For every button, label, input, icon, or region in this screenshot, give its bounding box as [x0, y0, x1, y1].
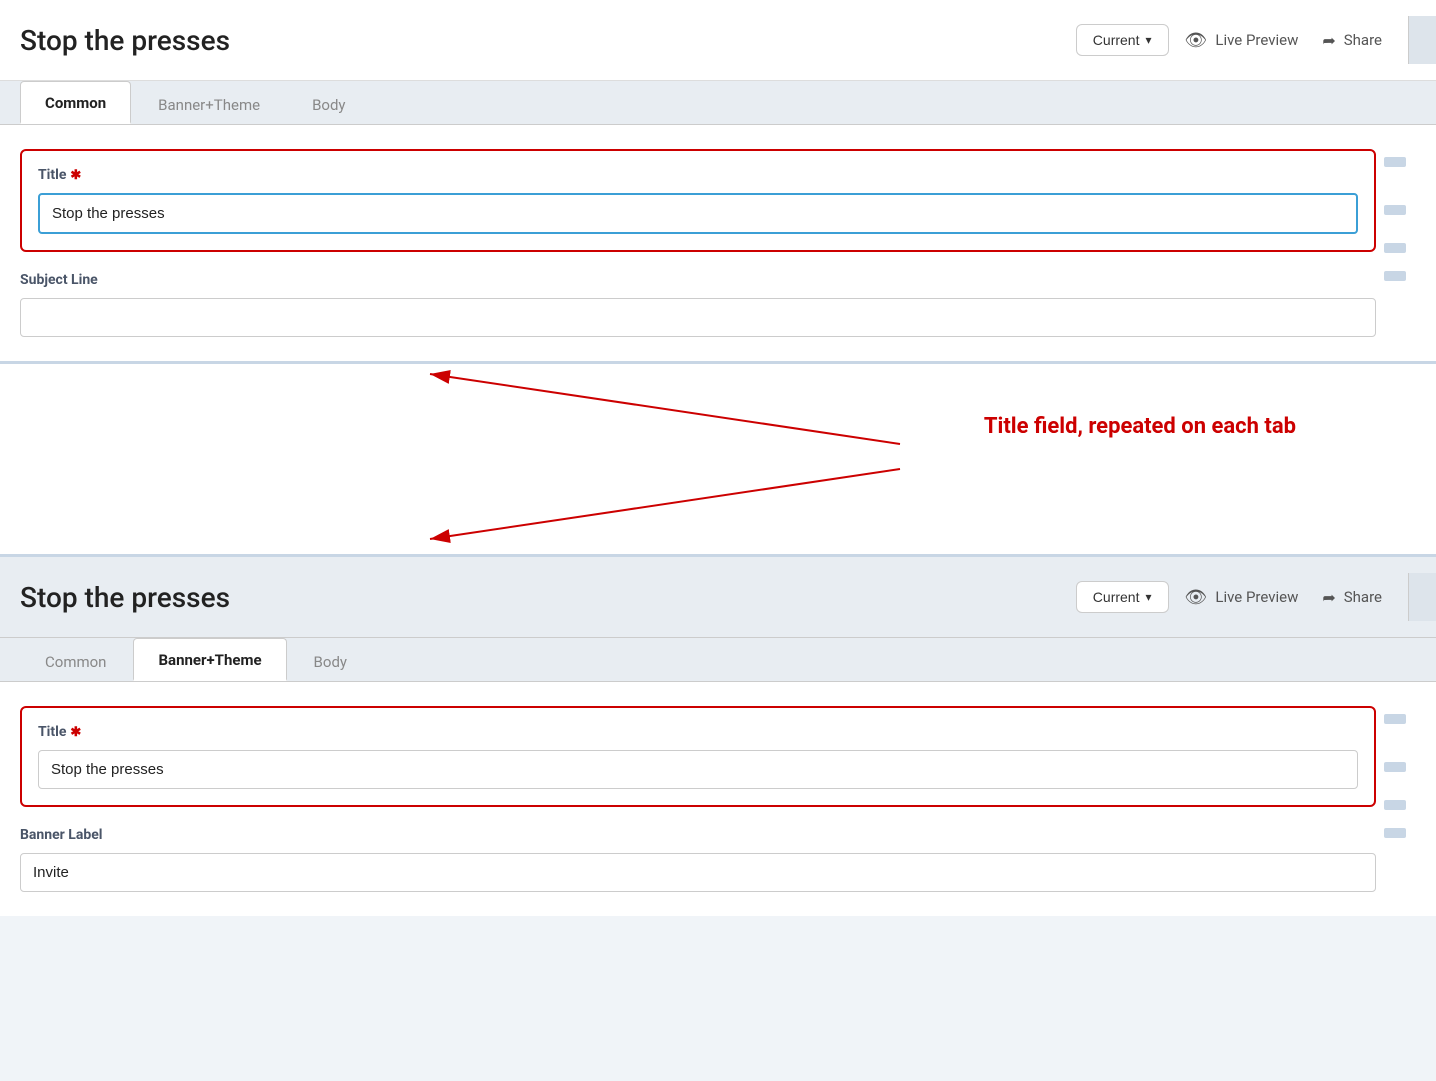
bottom-page-title: Stop the presses [20, 581, 1060, 614]
top-tabs-bar: Common Banner+Theme Body [0, 81, 1436, 125]
annotation-region: Title field, repeated on each tab [0, 364, 1436, 554]
bottom-sidebar-indicator-1 [1384, 714, 1406, 724]
top-section: Stop the presses Current ▾ 👁 Live Previe… [0, 0, 1436, 364]
version-dropdown[interactable]: Current ▾ [1076, 24, 1169, 56]
top-subject-label: Subject Line [20, 272, 1376, 288]
bottom-right-stub [1408, 573, 1436, 621]
bottom-sidebar-indicator-4 [1384, 828, 1406, 838]
bottom-version-dropdown[interactable]: Current ▾ [1076, 581, 1169, 613]
share-icon: ➦ [1322, 31, 1335, 50]
bottom-live-preview-button[interactable]: 👁 Live Preview [1185, 587, 1299, 608]
top-title-input[interactable] [38, 193, 1358, 234]
bottom-header-actions: 👁 Live Preview ➦ Share [1185, 587, 1382, 608]
bottom-banner-section: Banner Label [20, 827, 1376, 892]
tab-common-bottom[interactable]: Common [20, 640, 131, 681]
bottom-version-label: Current [1093, 589, 1140, 605]
tab-body-top[interactable]: Body [287, 83, 370, 124]
live-preview-button[interactable]: 👁 Live Preview [1185, 30, 1299, 51]
bottom-banner-label: Banner Label [20, 827, 1376, 843]
sidebar-indicator-b2 [1384, 271, 1406, 281]
sidebar-indicator-b1 [1384, 243, 1406, 253]
required-star-top: ✱ [70, 168, 81, 183]
annotation-arrow [0, 364, 1436, 554]
bottom-sidebar-indicator-2 [1384, 762, 1406, 772]
live-preview-label: Live Preview [1215, 31, 1298, 49]
tab-body-bottom[interactable]: Body [289, 640, 372, 681]
top-content: Title ✱ Subject Line [0, 125, 1436, 361]
right-stub-top [1408, 16, 1436, 64]
bottom-section: Stop the presses Current ▾ 👁 Live Previe… [0, 554, 1436, 916]
top-title-label: Title ✱ [38, 167, 1358, 183]
top-title-field-group: Title ✱ [20, 149, 1376, 252]
sidebar-indicator-r [1384, 205, 1406, 215]
bottom-banner-input[interactable] [20, 853, 1376, 892]
sidebar-indicator-s [1384, 157, 1406, 167]
annotation-text: Title field, repeated on each tab [984, 414, 1296, 439]
top-header: Stop the presses Current ▾ 👁 Live Previe… [0, 0, 1436, 81]
bottom-eye-icon: 👁 [1185, 587, 1208, 608]
bottom-title-label: Title ✱ [38, 724, 1358, 740]
bottom-title-input[interactable] [38, 750, 1358, 789]
bottom-right-sidebar [1384, 706, 1416, 892]
eye-icon: 👁 [1185, 30, 1208, 51]
bottom-share-button[interactable]: ➦ Share [1322, 588, 1382, 607]
share-button[interactable]: ➦ Share [1322, 31, 1382, 50]
bottom-sidebar-indicator-3 [1384, 800, 1406, 810]
version-label: Current [1093, 32, 1140, 48]
top-right-sidebar [1384, 149, 1416, 337]
tab-banner-theme-bottom[interactable]: Banner+Theme [133, 638, 286, 681]
bottom-share-icon: ➦ [1322, 588, 1335, 607]
required-star-bottom: ✱ [70, 725, 81, 740]
bottom-chevron-icon: ▾ [1145, 590, 1151, 604]
tab-banner-theme-top[interactable]: Banner+Theme [133, 83, 285, 124]
bottom-live-preview-label: Live Preview [1215, 588, 1298, 606]
bottom-header: Stop the presses Current ▾ 👁 Live Previe… [0, 557, 1436, 638]
top-subject-input[interactable] [20, 298, 1376, 337]
bottom-content: Title ✱ Banner Label [0, 682, 1436, 916]
bottom-share-label: Share [1344, 588, 1382, 606]
tab-common-top[interactable]: Common [20, 81, 131, 124]
bottom-tabs-bar: Common Banner+Theme Body [0, 638, 1436, 682]
chevron-down-icon: ▾ [1145, 33, 1151, 47]
bottom-title-field-group: Title ✱ [20, 706, 1376, 807]
top-subject-section: Subject Line [20, 272, 1376, 337]
page-title: Stop the presses [20, 24, 1060, 57]
share-label: Share [1344, 31, 1382, 49]
header-actions: 👁 Live Preview ➦ Share [1185, 30, 1382, 51]
